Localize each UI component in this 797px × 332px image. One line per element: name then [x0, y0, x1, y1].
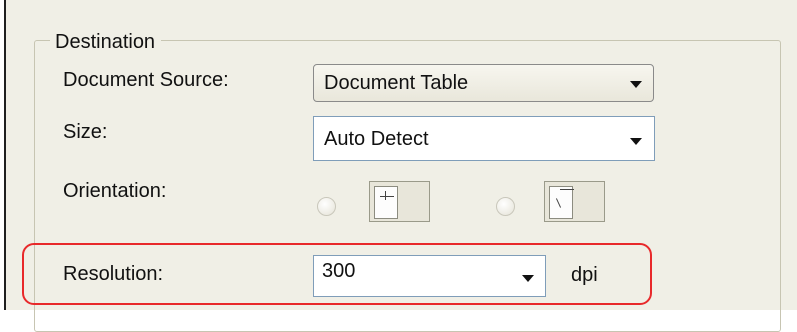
resolution-unit: dpi: [571, 264, 598, 286]
chevron-down-icon: [630, 138, 642, 145]
orientation-label: Orientation:: [63, 180, 167, 202]
resolution-label: Resolution:: [63, 263, 164, 285]
size-label: Size:: [63, 121, 108, 143]
landscape-icon[interactable]: [544, 181, 605, 222]
portrait-icon[interactable]: [369, 181, 430, 222]
chevron-down-icon: [630, 81, 642, 88]
size-select[interactable]: Auto Detect: [313, 116, 655, 161]
destination-group-title: Destination: [50, 32, 162, 52]
size-value: Auto Detect: [324, 128, 429, 150]
chevron-down-icon: [522, 275, 534, 282]
orientation-landscape-radio[interactable]: [496, 197, 515, 216]
document-source-value: Document Table: [324, 72, 469, 94]
resolution-select[interactable]: 300: [313, 255, 546, 297]
document-source-select[interactable]: Document Table: [313, 64, 654, 102]
orientation-portrait-radio[interactable]: [317, 197, 336, 216]
document-source-label: Document Source:: [63, 69, 229, 91]
resolution-value: 300: [322, 260, 356, 282]
